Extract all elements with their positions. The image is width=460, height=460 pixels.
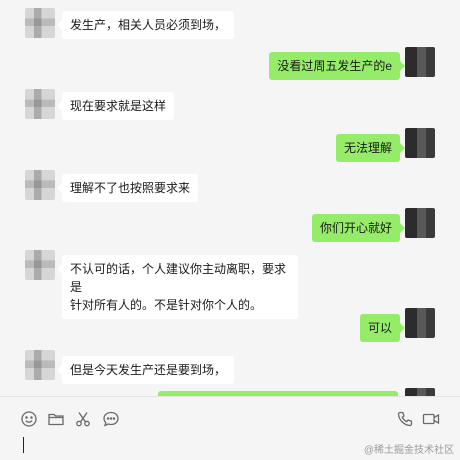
avatar[interactable] — [25, 8, 55, 38]
folder-icon[interactable] — [47, 410, 65, 428]
avatar[interactable] — [405, 47, 435, 77]
message-bubble-incoming[interactable]: 理解不了也按照要求来 — [56, 174, 199, 202]
chat-message-area[interactable]: 发生产，相关人员必须到场， 没看过周五发生产的e 现在要求就是这样 无法理解 理… — [0, 0, 460, 396]
message-line: 针对所有人的。不是针对你个人的。 — [70, 298, 263, 312]
message-line: 不认可的话，个人建议你主动离职，要求是 — [70, 262, 287, 294]
scissors-icon[interactable] — [74, 410, 92, 428]
avatar[interactable] — [405, 308, 435, 338]
avatar[interactable] — [25, 250, 55, 280]
phone-icon[interactable] — [396, 410, 414, 428]
message-bubble-outgoing[interactable]: 没看过周五发生产的e — [269, 52, 405, 80]
message-bubble-outgoing[interactable]: 可以 — [359, 314, 406, 342]
avatar[interactable] — [405, 208, 435, 238]
video-icon[interactable] — [422, 410, 440, 428]
message-bubble-incoming[interactable]: 不认可的话，个人建议你主动离职，要求是 针对所有人的。不是针对你个人的。 — [57, 255, 298, 319]
text-input-cursor[interactable] — [23, 437, 24, 453]
avatar[interactable] — [25, 170, 55, 200]
avatar[interactable] — [25, 350, 55, 380]
avatar[interactable] — [405, 388, 435, 396]
message-bubble-incoming[interactable]: 发生产，相关人员必须到场， — [56, 11, 235, 39]
message-bubble-incoming[interactable]: 但是今天发生产还是要到场， — [56, 356, 235, 384]
chat-bubble-icon[interactable] — [102, 410, 120, 428]
message-bubble-outgoing[interactable]: 无法理解 — [335, 134, 406, 162]
avatar[interactable] — [25, 89, 55, 119]
avatar[interactable] — [405, 128, 435, 158]
message-bubble-incoming[interactable]: 现在要求就是这样 — [56, 92, 175, 120]
emoji-icon[interactable] — [20, 410, 38, 428]
message-bubble-outgoing[interactable]: 你们开心就好 — [311, 214, 406, 242]
watermark: @稀土掘金技术社区 — [363, 445, 454, 456]
